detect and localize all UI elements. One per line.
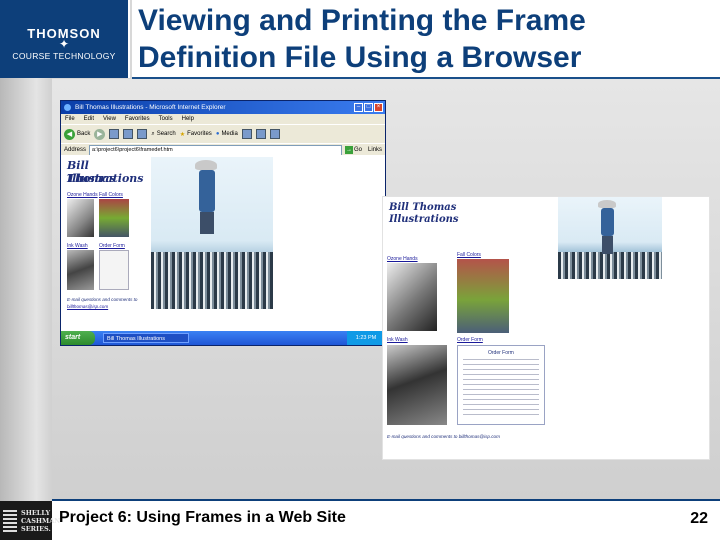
mail-icon[interactable]	[255, 129, 266, 139]
slide-page-number: 22	[690, 510, 708, 527]
print-brand-line2: Illustrations	[389, 214, 459, 225]
search-label: Search	[156, 131, 176, 137]
print-painting	[558, 197, 662, 279]
print-figure-hat	[598, 200, 616, 208]
print-contact-line: E-mail questions and comments to billtho…	[387, 434, 500, 439]
shelly-cashman-stripes-icon	[3, 510, 17, 532]
thumb-label-order-form[interactable]: Order Form	[99, 243, 125, 249]
menu-file[interactable]: File	[65, 114, 75, 124]
system-tray-clock: 1:23 PM	[347, 331, 385, 345]
print-thumb-label-order-form: Order Form	[457, 337, 483, 343]
thumb-fall-colors[interactable]	[99, 199, 129, 237]
brand-title-line2: Illustrations	[67, 172, 144, 185]
forward-arrow-icon[interactable]: ▶	[94, 128, 106, 140]
logo-word-cashman: CASHMAN	[21, 517, 61, 525]
contact-email-link[interactable]: billthomas@isp.com	[67, 304, 108, 309]
stop-icon[interactable]	[109, 129, 120, 139]
address-input[interactable]: a:\project6\project6\framedef.htm	[89, 144, 342, 156]
print-figure-legs	[602, 236, 613, 254]
links-label[interactable]: Links	[368, 147, 385, 153]
footer-project-title: Project 6: Using Frames in a Web Site	[59, 509, 346, 526]
thumb-ink-wash[interactable]	[67, 250, 94, 290]
browser-toolbar: ◀ Back ▶ ⌕ Search ★ Favorites ● Media	[61, 124, 385, 143]
go-arrow-icon: →	[344, 146, 353, 154]
media-icon: ●	[215, 131, 220, 137]
print-figure-body	[601, 208, 614, 236]
logo-star-icon: ✦	[58, 37, 70, 51]
print-order-form-heading: Order Form	[488, 350, 514, 356]
print-thumb-ozone-hands	[387, 263, 437, 331]
history-icon[interactable]	[241, 129, 252, 139]
go-button[interactable]: → Go	[344, 146, 365, 154]
favorites-star-icon: ★	[179, 131, 186, 138]
shelly-cashman-wordmark: SHELLY CASHMAN SERIES.	[21, 509, 60, 533]
browser-window: Bill Thomas Illustrations - Microsoft In…	[60, 100, 386, 346]
print-order-form: Order Form	[457, 345, 545, 425]
media-label: Media	[221, 131, 238, 137]
print-icon[interactable]	[269, 129, 280, 139]
print-thumb-label-ink-wash: Ink Wash	[387, 337, 408, 343]
painting-figure-legs	[200, 212, 214, 234]
search-icon: ⌕	[151, 130, 155, 137]
browser-viewport: Bill Thomas Illustrations Ozone Hands Fa…	[61, 155, 385, 331]
nav-frame: Bill Thomas Illustrations Ozone Hands Fa…	[61, 155, 144, 331]
start-button[interactable]: start	[61, 331, 95, 345]
browser-menu-bar: File Edit View Favorites Tools Help	[61, 114, 385, 124]
painting-figure-hat	[195, 160, 217, 170]
print-thumb-label-fall-colors: Fall Colors	[457, 252, 481, 258]
favorites-label: Favorites	[187, 131, 212, 137]
taskbar-item-browser[interactable]: Bill Thomas Illustrations	[103, 333, 189, 343]
close-button[interactable]: ×	[374, 103, 383, 112]
browser-window-title: Bill Thomas Illustrations - Microsoft In…	[75, 104, 226, 111]
print-brand-line1: Bill Thomas	[389, 202, 457, 213]
window-controls: – □ ×	[354, 103, 383, 112]
go-label: Go	[353, 147, 362, 153]
maximize-button[interactable]: □	[364, 103, 373, 112]
home-icon[interactable]	[137, 129, 148, 139]
print-thumb-ink-wash	[387, 345, 447, 425]
main-painting	[151, 157, 273, 309]
thumb-label-ink-wash[interactable]: Ink Wash	[67, 243, 88, 249]
left-decorative-strip	[0, 0, 52, 540]
thumb-label-ozone-hands[interactable]: Ozone Hands	[67, 192, 98, 198]
logo-word-series: SERIES.	[21, 525, 51, 533]
thomson-logo: THOMSON ✦ COURSE TECHNOLOGY	[0, 0, 130, 78]
title-divider	[132, 77, 720, 79]
refresh-icon[interactable]	[123, 129, 134, 139]
thumb-ozone-hands[interactable]	[67, 199, 94, 237]
print-order-form-body	[463, 359, 539, 419]
logo-word-shelly: SHELLY	[21, 509, 51, 517]
minimize-button[interactable]: –	[354, 103, 363, 112]
printed-page: Bill Thomas Illustrations Ozone Hands Fa…	[383, 197, 709, 459]
print-painting-waterfall	[558, 252, 662, 279]
contact-line1: E-mail questions and comments to	[67, 297, 138, 302]
painting-figure-body	[199, 170, 215, 212]
slide-title: Viewing and Printing the Frame Definitio…	[138, 4, 586, 74]
menu-tools[interactable]: Tools	[159, 114, 173, 124]
shelly-cashman-logo: SHELLY CASHMAN SERIES.	[0, 501, 60, 540]
thumb-label-fall-colors[interactable]: Fall Colors	[99, 192, 123, 198]
menu-favorites[interactable]: Favorites	[125, 114, 150, 124]
windows-taskbar: start Bill Thomas Illustrations 1:23 PM	[61, 331, 385, 345]
footer-bar: Project 6: Using Frames in a Web Site 22	[52, 501, 720, 540]
menu-view[interactable]: View	[103, 114, 116, 124]
browser-title-bar: Bill Thomas Illustrations - Microsoft In…	[61, 101, 385, 114]
back-arrow-icon: ◀	[64, 128, 75, 140]
ie-icon	[64, 104, 71, 111]
title-area: Viewing and Printing the Frame Definitio…	[132, 0, 720, 78]
address-label: Address	[64, 147, 87, 153]
menu-help[interactable]: Help	[182, 114, 194, 124]
print-thumb-label-ozone-hands: Ozone Hands	[387, 256, 418, 262]
favorites-button[interactable]: ★ Favorites	[180, 131, 212, 138]
media-button[interactable]: ● Media	[216, 131, 238, 137]
painting-waterfall	[151, 252, 273, 309]
logo-line2: COURSE TECHNOLOGY	[12, 51, 116, 61]
search-button[interactable]: ⌕ Search	[151, 131, 175, 138]
back-label: Back	[77, 131, 91, 137]
print-thumb-fall-colors	[457, 259, 509, 333]
back-button[interactable]: ◀ Back	[64, 128, 91, 140]
menu-edit[interactable]: Edit	[84, 114, 94, 124]
thumb-order-form[interactable]	[99, 250, 129, 290]
